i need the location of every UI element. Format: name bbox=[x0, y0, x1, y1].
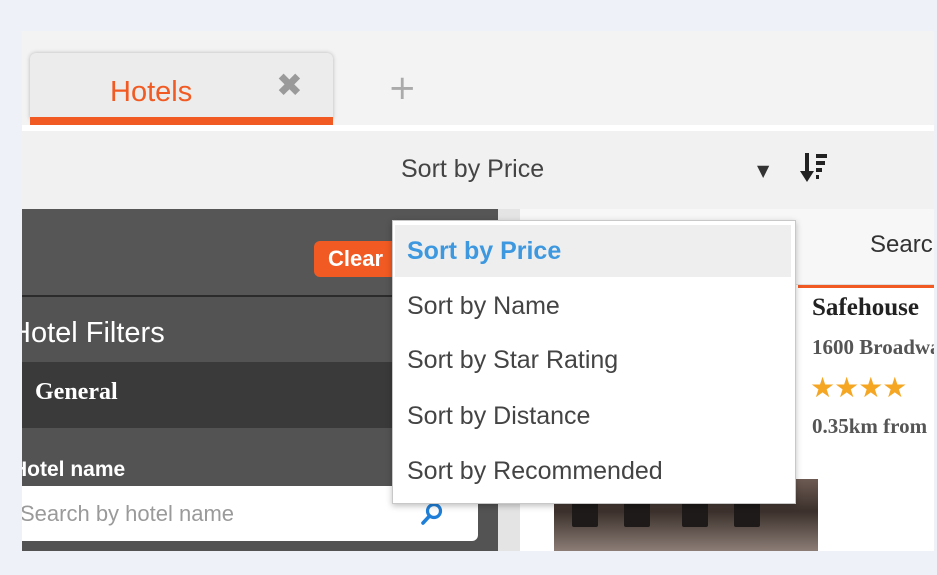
sort-option-name[interactable]: Sort by Name bbox=[395, 280, 791, 332]
tab-hotels-label: Hotels bbox=[110, 76, 193, 108]
sort-descending-icon[interactable] bbox=[800, 151, 830, 185]
sort-select[interactable]: Sort by Price bbox=[401, 155, 544, 184]
chevron-down-icon[interactable]: ▼ bbox=[757, 161, 769, 180]
hotel-distance: 0.35km from bbox=[812, 414, 928, 438]
hotel-name[interactable]: Safehouse bbox=[812, 294, 919, 322]
search-icon[interactable] bbox=[420, 502, 444, 526]
sort-toolbar: Sort by Price ▼ bbox=[22, 131, 934, 209]
card-accent-bar bbox=[798, 285, 934, 288]
sort-dropdown-menu: Sort by Price Sort by Name Sort by Star … bbox=[392, 220, 796, 504]
sort-option-price[interactable]: Sort by Price bbox=[395, 225, 791, 277]
sort-option-distance[interactable]: Sort by Distance bbox=[395, 390, 791, 442]
hotel-address: 1600 Broadway bbox=[812, 335, 934, 359]
hotel-name-label: Hotel name bbox=[22, 458, 126, 481]
sort-option-star-rating[interactable]: Sort by Star Rating bbox=[395, 334, 791, 386]
results-search-label: Search bbox=[870, 231, 934, 258]
close-icon[interactable]: ✖ bbox=[276, 69, 303, 101]
section-general-label: General bbox=[35, 379, 118, 405]
add-tab-button[interactable]: + bbox=[388, 71, 417, 105]
hotel-name-input[interactable] bbox=[22, 486, 400, 541]
star-rating-icon: ★★★★ bbox=[810, 371, 907, 404]
tab-bar: Hotels ✖ + bbox=[22, 31, 934, 129]
tab-hotels[interactable]: Hotels ✖ bbox=[30, 53, 333, 119]
filters-title: Hotel Filters bbox=[22, 317, 165, 349]
sort-option-recommended[interactable]: Sort by Recommended bbox=[395, 445, 791, 497]
app-window: Hotels ✖ + Sort by Price ▼ Clear Hotel F… bbox=[22, 31, 934, 551]
